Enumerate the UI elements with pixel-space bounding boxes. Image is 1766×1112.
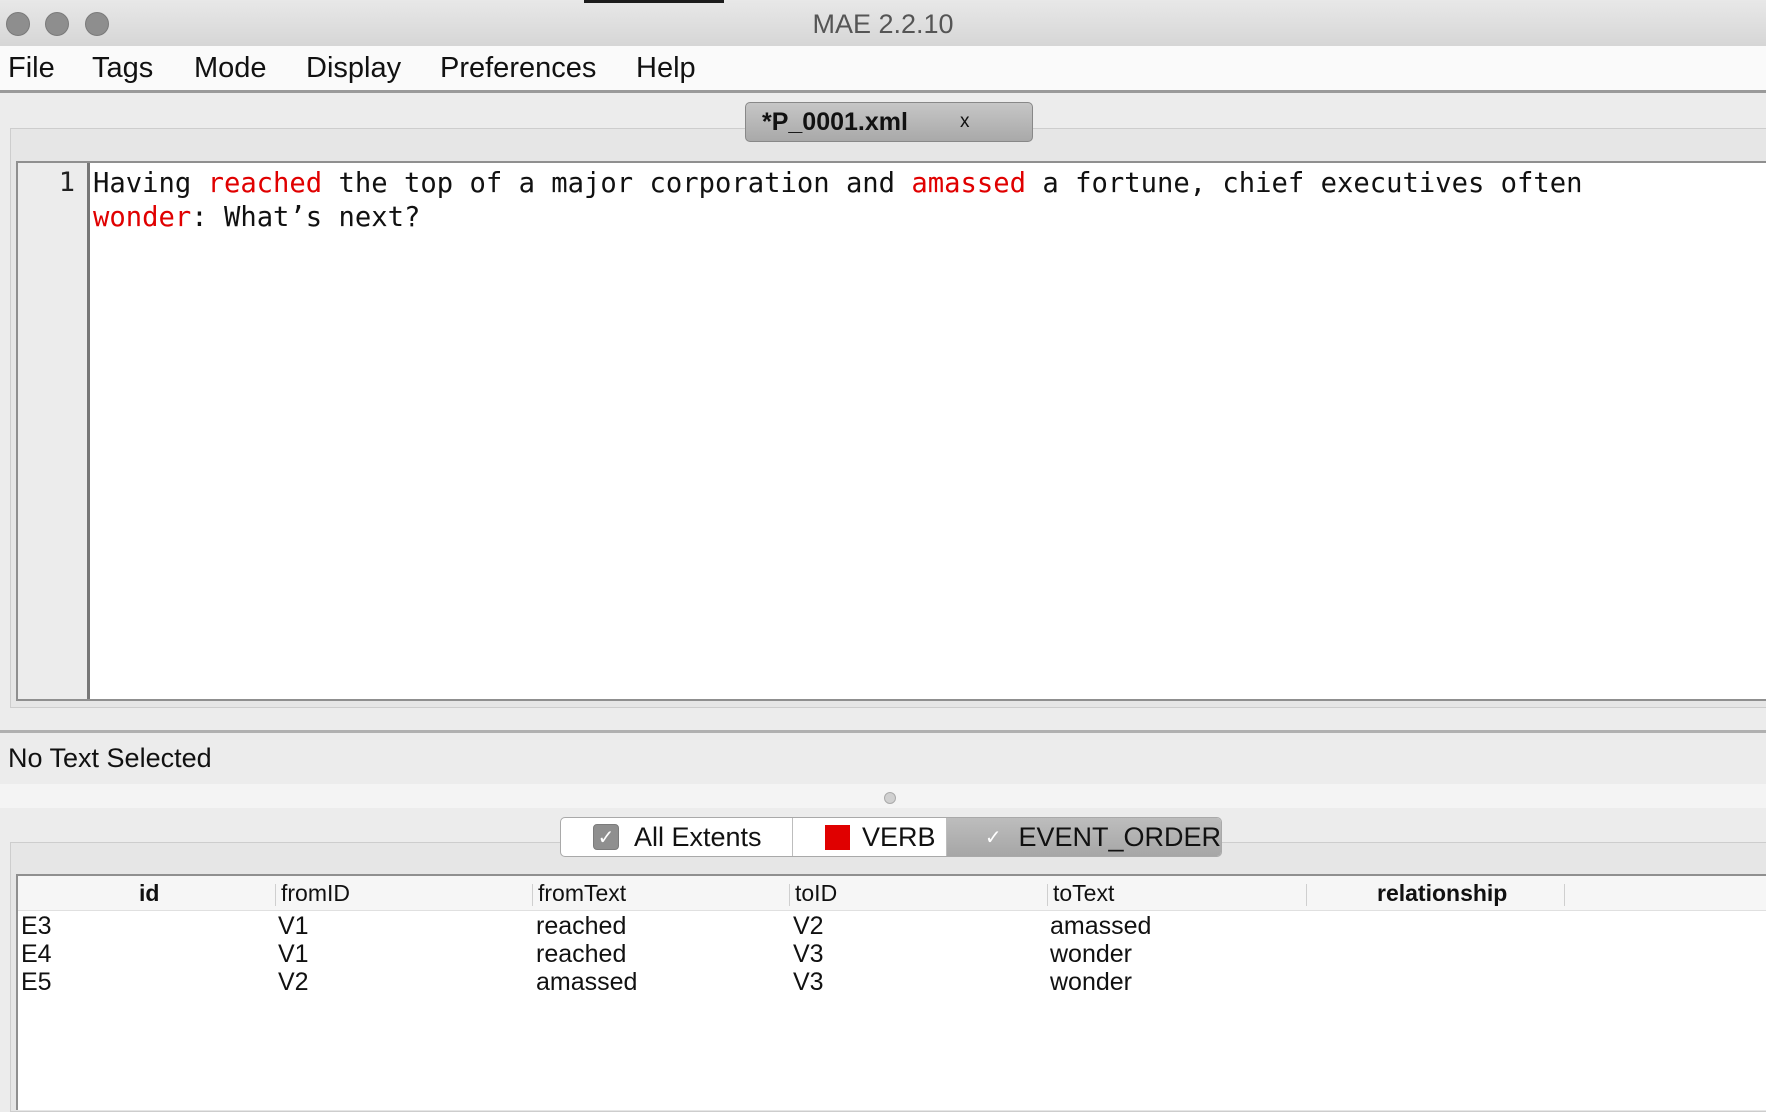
column-header-toid[interactable]: toID [795,880,837,907]
verb-color-swatch [825,824,850,850]
column-header-id[interactable]: id [139,880,159,907]
document-text-run[interactable]: Having [93,168,208,199]
tag-tab-bar: ✓ All Extents VERB ✓ EVENT_ORDER [560,817,1222,857]
close-tab-icon[interactable]: x [960,111,970,133]
menu-mode[interactable]: Mode [194,52,267,85]
cell-totext: wonder [1050,940,1132,968]
table-header: id fromID fromText toID toText relations… [18,876,1766,911]
cell-totext: wonder [1050,968,1132,996]
cell-id: E4 [21,940,52,968]
line-number: 1 [58,167,75,198]
selection-status: No Text Selected [8,743,212,773]
column-separator[interactable] [1564,884,1565,906]
tab-event-order[interactable]: ✓ EVENT_ORDER [946,818,1221,856]
column-separator[interactable] [1047,884,1048,906]
column-header-totext[interactable]: toText [1053,880,1114,907]
menu-display[interactable]: Display [306,52,401,85]
cell-totext: amassed [1050,912,1152,940]
column-header-relationship[interactable]: relationship [1377,880,1507,907]
column-header-fromid[interactable]: fromID [281,880,350,907]
document-text-run[interactable]: : What’s next? [191,202,420,233]
cell-id: E3 [21,912,52,940]
split-bar[interactable] [0,784,1766,808]
column-separator[interactable] [789,884,790,906]
cell-fromtext: reached [536,940,627,968]
verb-extent[interactable]: wonder [93,202,191,233]
document-text-area[interactable]: 1 Having reached the top of a major corp… [16,161,1766,701]
tab-all-extents[interactable]: ✓ All Extents [561,818,792,856]
cell-id: E5 [21,968,52,996]
menu-preferences[interactable]: Preferences [440,52,596,85]
cell-fromtext: amassed [536,968,638,996]
tab-event-order-label: EVENT_ORDER [1018,821,1221,852]
verb-extent[interactable]: reached [208,168,323,199]
document-text-run[interactable]: the top of a major corporation and [322,168,911,199]
title-bar-indicator [584,0,724,3]
document-tab[interactable]: *P_0001.xml x [745,102,1033,142]
verb-extent[interactable]: amassed [911,168,1026,199]
menu-help[interactable]: Help [636,52,696,85]
window-title: MAE 2.2.10 [812,9,954,39]
cell-fromid: V1 [278,912,309,940]
all-extents-checkbox-icon[interactable]: ✓ [593,824,619,850]
title-bar: MAE 2.2.10 [0,0,1766,47]
line-number-gutter: 1 [18,163,90,699]
cell-fromtext: reached [536,912,627,940]
column-separator[interactable] [532,884,533,906]
event-order-checkbox-icon[interactable]: ✓ [983,824,1003,850]
column-separator[interactable] [275,884,276,906]
tab-verb[interactable]: VERB [792,818,946,856]
document-text-run[interactable]: a fortune, chief executives often [1026,168,1599,199]
document-tab-label: *P_0001.xml [762,108,908,136]
cell-toid: V3 [793,968,824,996]
cell-fromid: V1 [278,940,309,968]
split-pane-handle[interactable] [884,792,896,804]
cell-fromid: V2 [278,968,309,996]
menu-file[interactable]: File [8,52,55,85]
cell-toid: V3 [793,940,824,968]
table-row[interactable]: E5 V2 amassed V3 wonder [18,968,1766,1000]
cell-toid: V2 [793,912,824,940]
menu-tags[interactable]: Tags [92,52,153,85]
document-text[interactable]: Having reached the top of a major corpor… [93,167,1713,235]
menu-bar: File Tags Mode Display Preferences Help [0,46,1766,93]
column-separator[interactable] [1306,884,1307,906]
tab-all-extents-label: All Extents [634,821,762,852]
tab-verb-label: VERB [862,821,936,852]
pane-divider [0,730,1766,733]
column-header-fromtext[interactable]: fromText [538,880,626,907]
event-order-table: id fromID fromText toID toText relations… [16,874,1766,1110]
